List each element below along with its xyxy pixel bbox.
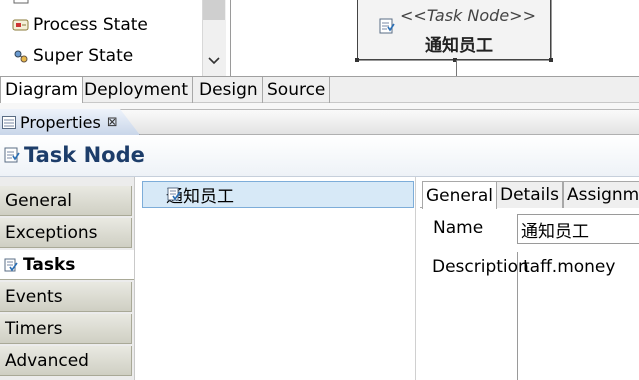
task-node-icon xyxy=(378,17,396,40)
tab-label: General xyxy=(5,190,72,211)
properties-view-icon xyxy=(2,115,16,129)
name-label: Name xyxy=(433,218,484,238)
task-node-icon xyxy=(3,146,21,169)
page-title: Task Node xyxy=(24,143,145,167)
transition-line[interactable] xyxy=(456,60,457,76)
tab-label: Timers xyxy=(5,318,63,339)
palette-item-icon xyxy=(12,0,30,7)
palette-item-label: Process State xyxy=(33,15,148,35)
category-tab-bar: General Exceptions Tasks Events Timers A… xyxy=(0,177,134,380)
tab-events[interactable]: Events xyxy=(0,282,132,312)
tab-design[interactable]: Design xyxy=(195,77,263,103)
tasks-icon xyxy=(3,257,19,273)
list-item[interactable]: 通知员工 xyxy=(142,181,414,208)
editor-tab-bar: Diagram Deployment Design Source xyxy=(0,76,639,103)
task-node-stereotype: <<Task Node>> xyxy=(400,6,536,25)
palette-scrollbar-thumb[interactable] xyxy=(203,0,225,20)
tab-tasks[interactable]: Tasks xyxy=(0,250,134,280)
task-node-name: 通知员工 xyxy=(425,36,493,56)
tab-general[interactable]: General xyxy=(0,186,132,216)
selection-handle[interactable] xyxy=(549,58,553,62)
tab-exceptions[interactable]: Exceptions xyxy=(0,218,132,248)
tab-properties[interactable]: Properties ⊠ xyxy=(0,109,140,135)
process-state-icon xyxy=(12,16,30,34)
selection-handle[interactable] xyxy=(355,58,359,62)
tab-source[interactable]: Source xyxy=(263,77,331,103)
tab-details[interactable]: Details xyxy=(496,181,563,208)
super-state-icon xyxy=(12,47,30,65)
palette: Process State Super State xyxy=(0,0,230,76)
palette-item-partial[interactable] xyxy=(12,0,33,10)
tab-diagram[interactable]: Diagram xyxy=(0,77,83,103)
description-label: Description xyxy=(432,257,529,277)
tab-general-detail[interactable]: General xyxy=(422,181,497,209)
chevron-down-icon[interactable] xyxy=(202,50,226,72)
description-value: taff.money xyxy=(523,257,616,277)
palette-item-label: Super State xyxy=(33,46,134,66)
tab-deployment[interactable]: Deployment xyxy=(80,77,193,103)
task-icon xyxy=(166,186,182,207)
properties-view-title: Properties xyxy=(20,112,101,132)
tab-label: Advanced xyxy=(5,350,89,371)
name-field[interactable]: 通知员工 xyxy=(517,214,639,244)
tab-timers[interactable]: Timers xyxy=(0,314,132,344)
palette-item-process-state[interactable]: Process State xyxy=(12,13,148,37)
tab-label: Exceptions xyxy=(5,222,98,243)
tab-label: Tasks xyxy=(23,254,76,275)
tab-label: Events xyxy=(5,286,63,307)
tab-assignment[interactable]: Assignm xyxy=(563,181,639,208)
tab-advanced[interactable]: Advanced xyxy=(0,346,132,376)
close-icon[interactable]: ⊠ xyxy=(107,115,118,130)
palette-item-super-state[interactable]: Super State xyxy=(12,44,133,68)
